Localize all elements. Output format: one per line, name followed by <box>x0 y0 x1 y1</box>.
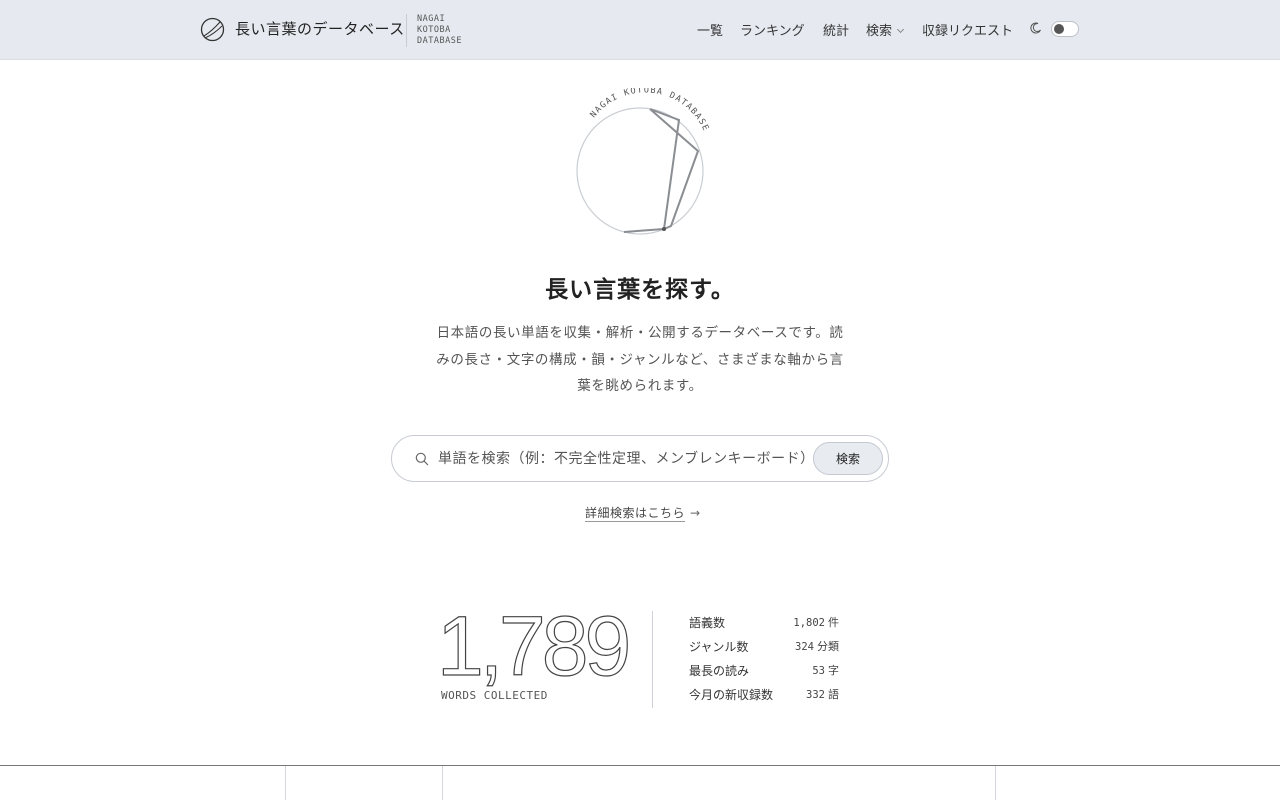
stats-list: 語義数 1,802 件 ジャンル数 324 分類 最長の読み 53 字 今月の新収録数… <box>689 611 839 707</box>
brand-subtitle-line: NAGAI <box>417 14 446 24</box>
brand-subtitle: NAGAI KOTOBA DATABASE <box>406 14 462 47</box>
stat-row: 最長の読み 53 字 <box>689 659 839 683</box>
nav-stats[interactable]: 統計 <box>823 20 849 39</box>
grid-divider <box>995 766 996 800</box>
stat-label: 最長の読み <box>689 664 750 678</box>
nav-list[interactable]: 一覧 <box>697 20 723 39</box>
stat-unit: 字 <box>828 664 839 677</box>
search-bar: 検索 <box>391 435 889 482</box>
dark-mode-toggle[interactable] <box>1051 21 1079 37</box>
stat-label: 今月の新収録数 <box>689 688 774 702</box>
moon-icon <box>1030 22 1041 34</box>
logo-icon[interactable] <box>200 17 225 42</box>
site-brand[interactable]: 長い言葉のデータベース <box>235 18 405 39</box>
nav-search-dropdown[interactable]: 検索 <box>866 20 905 39</box>
stat-number: 53 <box>812 665 825 677</box>
advanced-search-label: 詳細検索はこちら <box>585 506 686 522</box>
emblem-text: NAGAI KOTOBA DATABASE <box>589 88 711 133</box>
emblem-graphic: NAGAI KOTOBA DATABASE <box>576 88 711 235</box>
stat-number: 1,802 <box>793 617 825 629</box>
toggle-knob <box>1054 24 1064 34</box>
search-icon <box>415 452 429 466</box>
stats-divider <box>652 611 653 708</box>
stat-value: 324 分類 <box>795 638 839 654</box>
stat-unit: 分類 <box>817 640 839 653</box>
stat-unit: 語 <box>828 688 839 701</box>
total-words-count: 1,789 <box>436 598 631 693</box>
stat-label: ジャンル数 <box>689 640 749 654</box>
stat-row: ジャンル数 324 分類 <box>689 635 839 659</box>
stat-number: 324 <box>795 641 814 653</box>
nav-search-label: 検索 <box>866 24 893 39</box>
stat-value: 332 語 <box>806 686 839 702</box>
chevron-down-icon <box>896 25 905 34</box>
site-header: 長い言葉のデータベース NAGAI KOTOBA DATABASE 一覧 ランキ… <box>0 0 1280 60</box>
nav-request[interactable]: 収録リクエスト <box>922 20 1013 39</box>
stat-value: 53 字 <box>812 662 839 678</box>
total-words-label: WORDS COLLECTED <box>441 689 548 702</box>
stat-number: 332 <box>806 689 825 701</box>
grid-divider <box>285 766 286 800</box>
grid-divider <box>442 766 443 800</box>
bottom-section-grid <box>0 765 1280 800</box>
brand-subtitle-line: DATABASE <box>417 36 462 46</box>
advanced-search-link[interactable]: 詳細検索はこちら → <box>585 504 701 522</box>
arrow-right-icon: → <box>690 506 701 520</box>
stat-label: 語義数 <box>689 616 726 630</box>
brand-subtitle-line: KOTOBA <box>417 25 451 35</box>
hero-description: 日本語の長い単語を収集・解析・公開するデータベースです。読みの長さ・文字の構成・… <box>436 325 844 394</box>
stat-value: 1,802 件 <box>793 614 839 630</box>
search-input[interactable] <box>438 444 808 474</box>
hero-title: 長い言葉を探す。 <box>545 277 735 303</box>
stat-row: 今月の新収録数 332 語 <box>689 683 839 707</box>
nav-ranking[interactable]: ランキング <box>740 20 805 39</box>
search-button[interactable]: 検索 <box>813 442 883 475</box>
stat-unit: 件 <box>828 616 839 629</box>
stat-row: 語義数 1,802 件 <box>689 611 839 635</box>
